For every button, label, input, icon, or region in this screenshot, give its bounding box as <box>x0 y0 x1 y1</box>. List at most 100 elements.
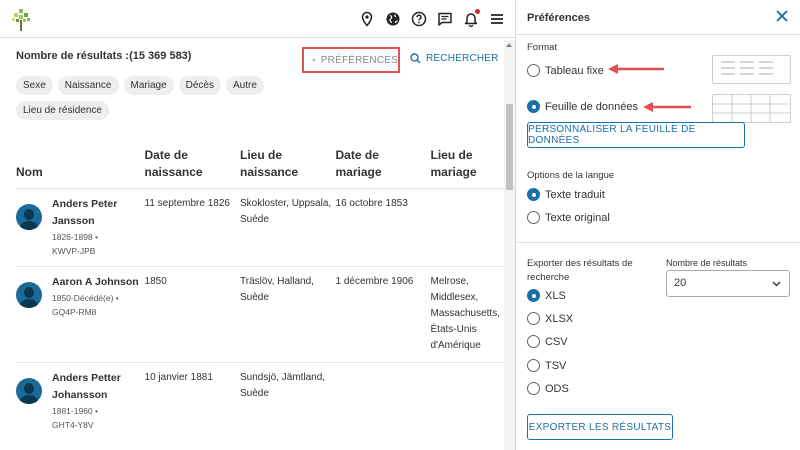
birth-place: Sundsjö, Jämtland, Suède <box>240 362 336 450</box>
export-label: Exporter des résultats de recherche <box>527 258 633 283</box>
person-name[interactable]: Anders Petter Johansson <box>52 370 141 404</box>
export-option-csv[interactable]: CSV <box>527 335 568 348</box>
bell-icon[interactable] <box>463 9 480 28</box>
person-id: KWVP-JPB <box>52 246 96 256</box>
chip-naissance[interactable]: Naissance <box>57 76 119 95</box>
fixed-table-preview-icon <box>712 55 791 84</box>
table-row[interactable]: Anders Petter Johansson 1881-1960 • GHT4… <box>16 362 504 450</box>
divider <box>516 34 800 35</box>
column-header-nom[interactable]: Nom <box>16 143 145 189</box>
person-name[interactable]: Anders Peter Jansson <box>52 196 141 230</box>
table-row[interactable]: Aaron A Johnson 1850-Décédé(e) • GQ4P-RM… <box>16 266 504 363</box>
radio-button[interactable] <box>527 211 540 224</box>
birth-date: 1850 <box>144 266 241 363</box>
language-option-original[interactable]: Texte original <box>527 211 610 224</box>
person-lifespan: 1826-1898 • <box>52 232 98 242</box>
marriage-date: 16 octobre 1853 <box>335 188 431 267</box>
marriage-date <box>335 362 431 450</box>
radio-button[interactable] <box>527 335 540 348</box>
export-option-xls[interactable]: XLS <box>527 289 566 302</box>
panel-title: Préférences <box>527 12 590 24</box>
search-icon <box>410 53 421 64</box>
radio-button-selected[interactable] <box>527 100 540 113</box>
person-id: GHT4-Y8V <box>52 420 94 430</box>
filter-chips: Sexe Naissance Mariage Décès Autre Lieu … <box>16 76 316 120</box>
chip-mariage[interactable]: Mariage <box>123 76 174 95</box>
search-button-label: RECHERCHER <box>426 53 499 64</box>
results-count: Nombre de résultats :(15 369 583) <box>16 50 192 62</box>
chip-sexe[interactable]: Sexe <box>16 76 53 95</box>
chip-lieu-de-residence[interactable]: Lieu de résidence <box>16 101 109 120</box>
chip-deces[interactable]: Décès <box>178 76 221 95</box>
close-icon[interactable] <box>775 9 789 23</box>
birth-place: Träslöv, Halland, Suède <box>240 266 336 363</box>
column-header-date-naissance[interactable]: Date de naissance <box>144 143 241 189</box>
export-results-button[interactable]: EXPORTER LES RÉSULTATS <box>527 414 673 440</box>
language-option-label: Texte original <box>545 211 610 224</box>
chip-autre[interactable]: Autre <box>226 76 264 95</box>
export-option-label: XLS <box>545 289 566 302</box>
export-option-ods[interactable]: ODS <box>527 382 569 395</box>
message-icon[interactable] <box>437 11 453 27</box>
export-option-tsv[interactable]: TSV <box>527 359 566 372</box>
column-header-lieu-naissance[interactable]: Lieu de naissance <box>240 143 336 189</box>
results-scrollbar[interactable] <box>504 40 515 450</box>
radio-button-selected[interactable] <box>527 188 540 201</box>
sliders-icon <box>312 58 316 62</box>
export-option-label: ODS <box>545 382 569 395</box>
radio-button-selected[interactable] <box>527 289 540 302</box>
format-option-spreadsheet[interactable]: Feuille de données <box>527 100 638 113</box>
format-label: Format <box>527 42 558 53</box>
birth-date: 10 janvier 1881 <box>144 362 241 450</box>
results-count-select-value: 20 <box>674 277 687 289</box>
language-label: Options de la langue <box>527 170 615 181</box>
format-option-label: Feuille de données <box>545 100 638 113</box>
spreadsheet-preview-icon <box>712 94 791 123</box>
avatar <box>16 282 42 308</box>
export-option-xlsx[interactable]: XLSX <box>527 312 573 325</box>
menu-icon[interactable] <box>489 11 505 27</box>
format-option-fixed-table[interactable]: Tableau fixe <box>527 64 604 77</box>
search-button[interactable]: RECHERCHER <box>410 53 499 64</box>
column-header-date-mariage[interactable]: Date de mariage <box>335 143 431 189</box>
export-option-label: TSV <box>545 359 567 372</box>
results-table: Nom Date de naissance Lieu de naissance … <box>16 143 504 450</box>
divider <box>516 242 800 243</box>
marriage-place: Melrose, Middlesex, Massachusetts, États… <box>430 266 504 363</box>
table-row[interactable]: Anders Peter Jansson 1826-1898 • KWVP-JP… <box>16 188 504 267</box>
location-pin-icon[interactable] <box>359 11 375 27</box>
annotation-arrow-icon <box>608 64 664 74</box>
notification-dot <box>475 9 480 14</box>
person-id: GQ4P-RM8 <box>52 307 97 317</box>
export-option-label: CSV <box>545 335 568 348</box>
globe-icon[interactable] <box>385 11 401 27</box>
table-header-row: Nom Date de naissance Lieu de naissance … <box>16 143 504 189</box>
person-lifespan: 1850-Décédé(e) • <box>52 293 119 303</box>
birth-date: 11 septembre 1826 <box>144 188 241 267</box>
annotation-arrow-icon <box>643 102 691 112</box>
help-icon[interactable] <box>411 11 427 27</box>
scrollbar-thumb[interactable] <box>506 104 513 190</box>
language-option-label: Texte traduit <box>545 188 605 201</box>
chevron-down-icon <box>772 281 781 287</box>
radio-button[interactable] <box>527 312 540 325</box>
avatar <box>16 204 42 230</box>
preferences-panel: Préférences Format Tableau fixe Feuille … <box>515 0 800 450</box>
radio-button[interactable] <box>527 64 540 77</box>
radio-button[interactable] <box>527 382 540 395</box>
radio-button[interactable] <box>527 359 540 372</box>
results-area: Nombre de résultats :(15 369 583) PRÉFÉR… <box>0 38 515 450</box>
avatar <box>16 378 42 404</box>
preferences-button[interactable]: PRÉFÉRENCES <box>302 47 400 73</box>
person-lifespan: 1881-1960 • <box>52 406 98 416</box>
column-header-lieu-mariage[interactable]: Lieu de mariage <box>430 143 504 189</box>
top-bar <box>0 0 515 38</box>
logo-tree-icon[interactable] <box>10 6 32 32</box>
language-option-translated[interactable]: Texte traduit <box>527 188 605 201</box>
results-count-select[interactable]: 20 <box>666 270 790 297</box>
format-option-label: Tableau fixe <box>545 64 604 77</box>
preferences-button-label: PRÉFÉRENCES <box>320 54 398 66</box>
customize-spreadsheet-button[interactable]: PERSONNALISER LA FEUILLE DE DONNÉES <box>527 122 745 148</box>
scroll-up-icon[interactable] <box>506 43 512 47</box>
person-name[interactable]: Aaron A Johnson <box>52 274 139 291</box>
